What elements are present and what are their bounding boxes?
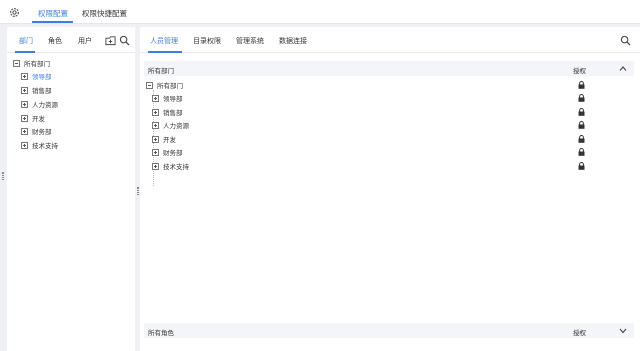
expand-icon[interactable] xyxy=(152,162,159,170)
auth-column-header: 授权 xyxy=(573,67,586,75)
tree-item-label: 财务部 xyxy=(163,149,183,157)
tree-item[interactable]: 技术支持 xyxy=(152,160,189,172)
lock-icon[interactable] xyxy=(578,81,585,89)
tree-item-label: 技术支持 xyxy=(163,163,189,171)
chevron-up-icon[interactable] xyxy=(619,65,627,72)
tree-item-label: 开发 xyxy=(32,115,45,123)
tree-root[interactable]: 所有部门 xyxy=(13,57,50,69)
collapse-icon[interactable] xyxy=(146,81,153,89)
expand-icon[interactable] xyxy=(21,86,28,94)
active-tab-indicator xyxy=(148,51,182,53)
expand-icon[interactable] xyxy=(21,72,28,80)
right-tabs: 人员管理 目录权限 管理系统 数据连接 xyxy=(140,27,640,53)
tree-root-label: 所有部门 xyxy=(24,60,50,68)
tree-item-label: 销售部 xyxy=(32,87,52,95)
tab-role[interactable]: 角色 xyxy=(48,36,62,46)
tree-item[interactable]: 销售部 xyxy=(21,84,52,96)
department-auth-tree: 所有部门 领导部 销售部 人力资源 开发 财务部 技术支持 xyxy=(144,78,634,198)
expand-icon[interactable] xyxy=(152,148,159,156)
tree-item-label: 领导部 xyxy=(32,73,52,81)
tab-management-system[interactable]: 管理系统 xyxy=(236,36,264,46)
tree-item-label: 开发 xyxy=(163,136,176,144)
section-title: 所有角色 xyxy=(148,329,174,337)
section-title: 所有部门 xyxy=(148,67,174,75)
tree-item-label: 领导部 xyxy=(163,95,183,103)
left-tabs: 部门 角色 用户 xyxy=(7,27,135,53)
tree-item[interactable]: 财务部 xyxy=(21,125,52,137)
expand-icon[interactable] xyxy=(21,127,28,135)
tree-item[interactable]: 开发 xyxy=(21,112,45,124)
expand-icon[interactable] xyxy=(21,141,28,149)
tree-item[interactable]: 财务部 xyxy=(152,146,183,158)
left-panel: 部门 角色 用户 所有部门 领导部 销售部 人力资源 开发 财务部 技术支持 xyxy=(7,27,135,351)
lock-icon[interactable] xyxy=(578,121,585,129)
role-section-header[interactable]: 所有角色 授权 xyxy=(144,323,634,338)
tree-item-label: 销售部 xyxy=(163,109,183,117)
tree-item[interactable]: 人力资源 xyxy=(152,119,189,131)
lock-icon[interactable] xyxy=(578,94,585,102)
expand-icon[interactable] xyxy=(152,121,159,129)
lock-icon[interactable] xyxy=(578,148,585,156)
collapse-icon[interactable] xyxy=(13,59,20,67)
search-icon[interactable] xyxy=(620,35,631,46)
tab-directory-permission[interactable]: 目录权限 xyxy=(193,36,221,46)
right-panel: 人员管理 目录权限 管理系统 数据连接 所有部门 授权 所有部门 领导部 销售部 xyxy=(140,27,640,351)
tree-item-label: 人力资源 xyxy=(163,122,189,130)
top-bar: 权限配置 权限快捷配置 xyxy=(0,0,640,24)
lock-icon[interactable] xyxy=(578,135,585,143)
lock-icon[interactable] xyxy=(578,162,585,170)
active-tab-indicator xyxy=(32,21,73,23)
tree-item-label: 技术支持 xyxy=(32,142,58,150)
department-section-header[interactable]: 所有部门 授权 xyxy=(144,61,634,76)
auth-column-header: 授权 xyxy=(573,329,586,337)
folder-icon[interactable] xyxy=(105,35,116,46)
tree-item-label: 人力资源 xyxy=(32,101,58,109)
expand-icon[interactable] xyxy=(152,108,159,116)
tree-item[interactable]: 销售部 xyxy=(152,106,183,118)
expand-icon[interactable] xyxy=(152,94,159,102)
tree-item[interactable]: 领导部 xyxy=(21,70,52,82)
expand-icon[interactable] xyxy=(152,135,159,143)
tree-item[interactable]: 人力资源 xyxy=(21,98,58,110)
tab-data-connection[interactable]: 数据连接 xyxy=(279,36,307,46)
tree-item[interactable]: 技术支持 xyxy=(21,139,58,151)
active-tab-indicator xyxy=(15,51,35,53)
lock-icon[interactable] xyxy=(578,108,585,116)
gear-icon[interactable] xyxy=(9,7,20,18)
tree-root[interactable]: 所有部门 xyxy=(146,79,183,91)
chevron-down-icon[interactable] xyxy=(619,327,627,334)
search-icon[interactable] xyxy=(119,35,130,46)
tab-personnel-management[interactable]: 人员管理 xyxy=(150,36,178,46)
tree-item[interactable]: 开发 xyxy=(152,133,176,145)
tab-quick-permission-config[interactable]: 权限快捷配置 xyxy=(82,8,127,19)
left-splitter-handle[interactable] xyxy=(2,172,4,180)
tree-root-label: 所有部门 xyxy=(157,82,183,90)
middle-splitter-handle[interactable] xyxy=(137,187,139,195)
tree-item-label: 财务部 xyxy=(32,128,52,136)
expand-icon[interactable] xyxy=(21,100,28,108)
tab-user[interactable]: 用户 xyxy=(78,36,92,46)
tree-item[interactable]: 领导部 xyxy=(152,92,183,104)
tab-permission-config[interactable]: 权限配置 xyxy=(38,8,68,19)
tab-department[interactable]: 部门 xyxy=(19,36,33,46)
expand-icon[interactable] xyxy=(21,114,28,122)
